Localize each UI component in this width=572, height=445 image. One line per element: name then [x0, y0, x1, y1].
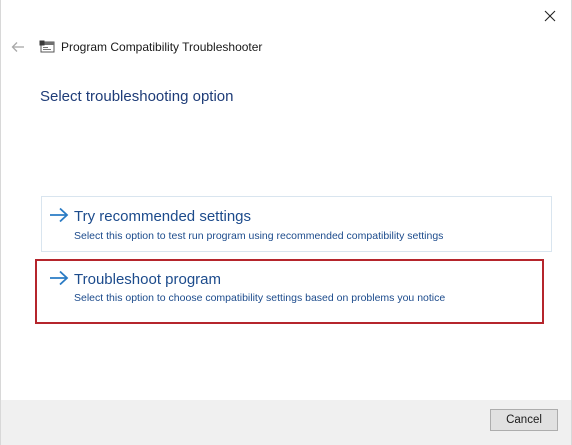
troubleshooter-icon	[39, 40, 55, 53]
arrow-right-icon	[50, 207, 69, 223]
page-heading: Select troubleshooting option	[40, 88, 234, 105]
close-button[interactable]	[535, 4, 565, 28]
option-description: Select this option to test run program u…	[74, 230, 444, 242]
window-header: Program Compatibility Troubleshooter	[9, 36, 262, 58]
footer-bar: Cancel	[1, 400, 571, 445]
option-try-recommended-settings[interactable]: Try recommended settings Select this opt…	[41, 196, 552, 252]
close-icon	[544, 10, 556, 22]
back-button[interactable]	[9, 38, 27, 56]
arrow-right-icon	[50, 270, 69, 286]
cancel-button[interactable]: Cancel	[490, 409, 558, 431]
window-title: Program Compatibility Troubleshooter	[61, 40, 263, 54]
option-title: Try recommended settings	[74, 208, 252, 225]
troubleshooter-window: Program Compatibility Troubleshooter Sel…	[0, 0, 572, 445]
option-troubleshoot-program[interactable]: Troubleshoot program Select this option …	[41, 262, 552, 314]
option-description: Select this option to choose compatibili…	[74, 292, 446, 304]
back-arrow-icon	[11, 42, 24, 52]
option-title: Troubleshoot program	[74, 271, 222, 288]
